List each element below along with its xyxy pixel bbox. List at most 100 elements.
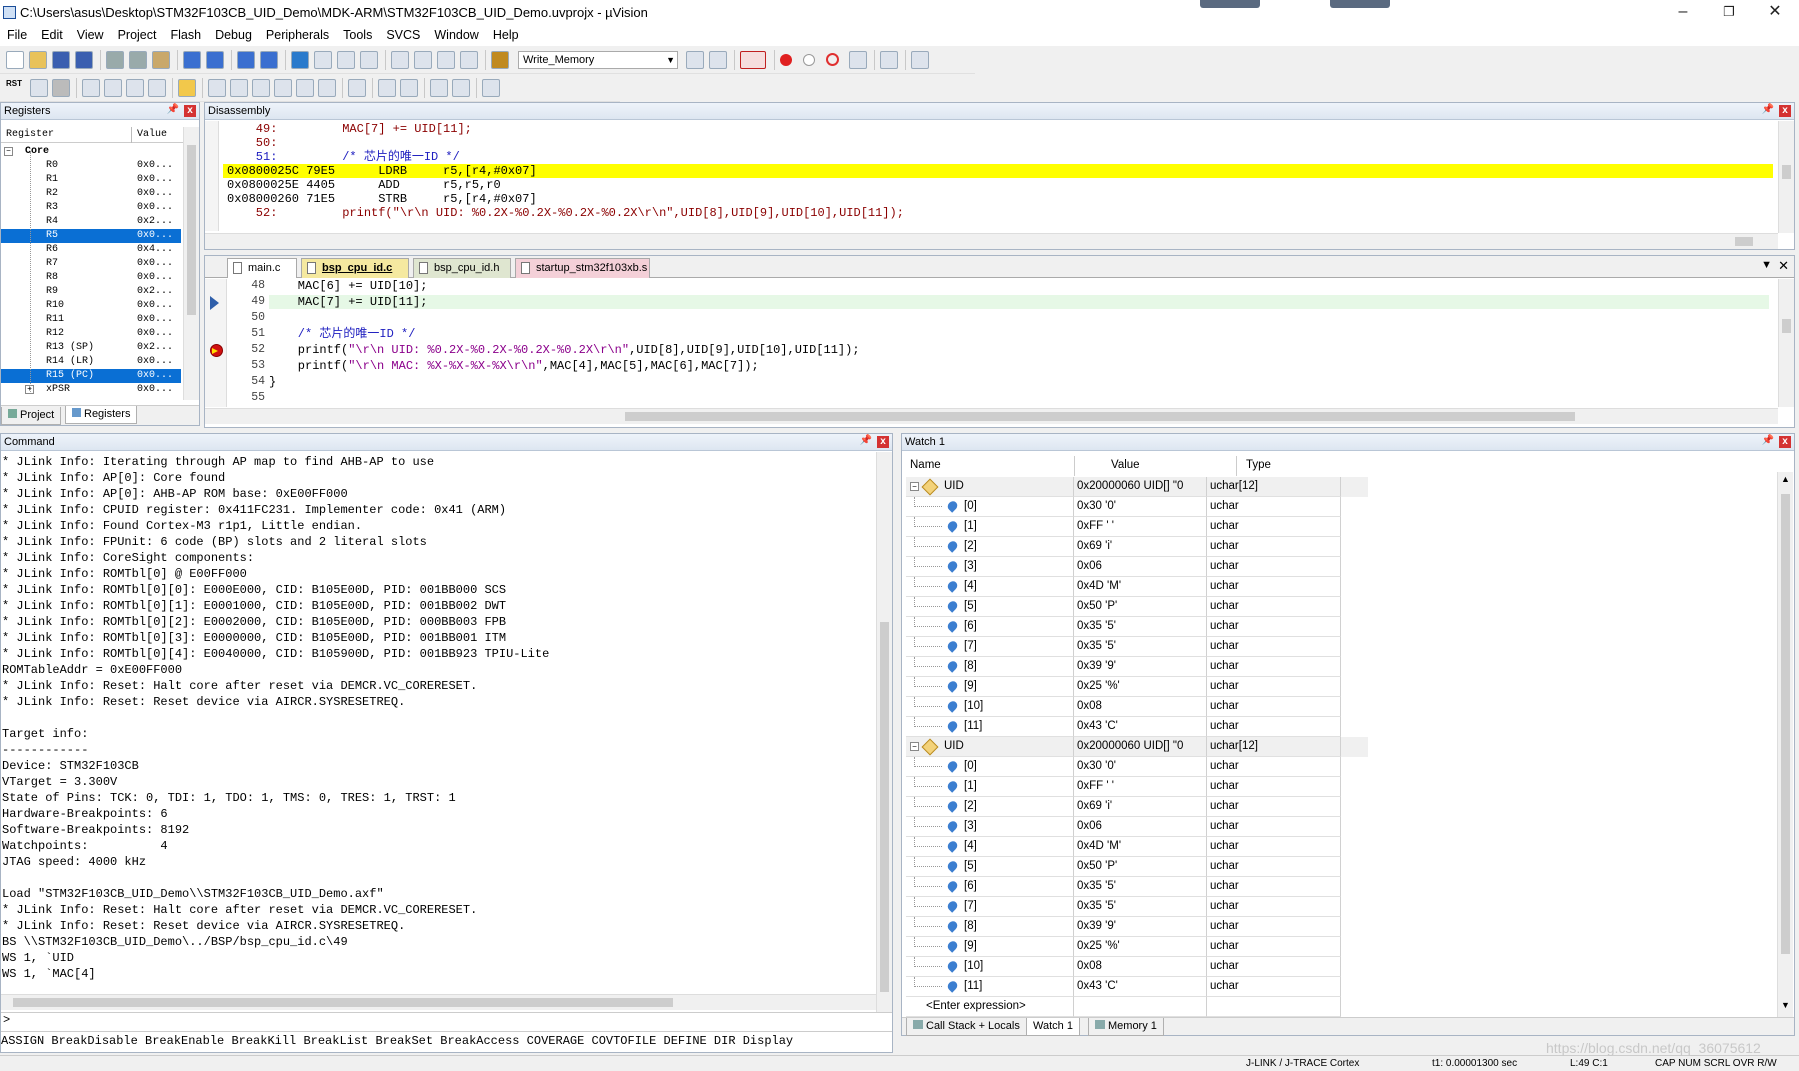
load-icon[interactable] xyxy=(686,51,704,69)
tab-call-stack-locals[interactable]: Call Stack + Locals xyxy=(906,1018,1027,1036)
minimize-button[interactable]: – xyxy=(1660,0,1706,26)
register-row-r3[interactable]: R30x0... xyxy=(1,201,181,215)
code-view[interactable]: 48 MAC[6] += UID[10];49 MAC[7] += UID[11… xyxy=(227,279,1775,407)
analysis-window-icon[interactable] xyxy=(400,79,418,97)
pin-icon[interactable]: 📌 xyxy=(860,435,872,446)
indent-icon[interactable] xyxy=(391,51,409,69)
watch-enter-expression-row[interactable]: <Enter expression> xyxy=(906,997,1368,1017)
collapse-icon[interactable]: − xyxy=(910,482,919,491)
watch-row-item[interactable]: [11]0x43 'C'uchar xyxy=(906,717,1368,737)
register-row-r11[interactable]: R110x0... xyxy=(1,313,181,327)
watch-row-item[interactable]: [5]0x50 'P'uchar xyxy=(906,597,1368,617)
register-row-r13[interactable]: R13 (SP)0x2... xyxy=(1,341,181,355)
cut-icon[interactable] xyxy=(106,51,124,69)
register-row-r5[interactable]: R50x0... xyxy=(1,229,181,243)
window-layout-icon[interactable] xyxy=(880,51,898,69)
code-line[interactable]: /* 芯片的唯一ID */ xyxy=(269,327,1769,341)
watch-row-item[interactable]: [0]0x30 '0'uchar xyxy=(906,757,1368,777)
registers-window-icon[interactable] xyxy=(274,79,292,97)
code-line[interactable]: MAC[7] += UID[11]; xyxy=(269,295,1769,309)
watch-row-item[interactable]: [10]0x08uchar xyxy=(906,957,1368,977)
close-button[interactable]: ✕ xyxy=(1752,0,1798,26)
maximize-button[interactable]: ❐ xyxy=(1706,0,1752,26)
paste-icon[interactable] xyxy=(152,51,170,69)
call-stack-icon[interactable] xyxy=(296,79,314,97)
memory-window-icon[interactable] xyxy=(348,79,366,97)
watch-row-item[interactable]: [7]0x35 '5'uchar xyxy=(906,637,1368,657)
watch-row-item[interactable]: [9]0x25 '%'uchar xyxy=(906,677,1368,697)
col-value[interactable]: Value xyxy=(137,129,167,140)
watch-row-item[interactable]: [6]0x35 '5'uchar xyxy=(906,617,1368,637)
watch-row-item[interactable]: [4]0x4D 'M'uchar xyxy=(906,577,1368,597)
register-row-r1[interactable]: R10x0... xyxy=(1,173,181,187)
disassembly-window-icon[interactable] xyxy=(230,79,248,97)
tab-bsp-cpu-id-c[interactable]: bsp_cpu_id.c xyxy=(301,258,409,278)
command-output[interactable]: * JLink Info: Iterating through AP map t… xyxy=(1,455,875,1010)
bookmark-icon[interactable] xyxy=(291,51,309,69)
menu-item-help[interactable]: Help xyxy=(486,26,526,42)
toolbox-icon[interactable] xyxy=(482,79,500,97)
menu-item-svcs[interactable]: SVCS xyxy=(379,26,427,42)
tab-bsp-cpu-id-h[interactable]: bsp_cpu_id.h xyxy=(413,258,511,278)
pin-icon[interactable]: 📌 xyxy=(1762,104,1774,115)
watch-row-item[interactable]: [3]0x06uchar xyxy=(906,817,1368,837)
disassembly-line[interactable]: 51: /* 芯片的唯一ID */ xyxy=(223,150,1773,164)
close-panel-button[interactable]: x xyxy=(184,105,196,117)
code-line[interactable] xyxy=(269,391,1769,405)
undo-icon[interactable] xyxy=(183,51,201,69)
register-row-r2[interactable]: R20x0... xyxy=(1,187,181,201)
disassembly-hscroll[interactable] xyxy=(205,233,1778,249)
watch-row-item[interactable]: [7]0x35 '5'uchar xyxy=(906,897,1368,917)
menu-item-debug[interactable]: Debug xyxy=(208,26,259,42)
command-window-icon[interactable] xyxy=(208,79,226,97)
next-bookmark-icon[interactable] xyxy=(337,51,355,69)
tab-memory-1[interactable]: Memory 1 xyxy=(1088,1018,1164,1036)
watch-row-item[interactable]: [2]0x69 'i'uchar xyxy=(906,537,1368,557)
register-row-r8[interactable]: R80x0... xyxy=(1,271,181,285)
watch-row-item[interactable]: [1]0xFF ' 'uchar xyxy=(906,777,1368,797)
register-row-r9[interactable]: R90x2... xyxy=(1,285,181,299)
system-viewer-icon[interactable] xyxy=(452,79,470,97)
find-in-files-icon[interactable] xyxy=(491,51,509,69)
run-icon[interactable] xyxy=(30,79,48,97)
disassembly-line[interactable]: 49: MAC[7] += UID[11]; xyxy=(223,122,1773,136)
enter-expression[interactable]: <Enter expression> xyxy=(926,1000,1026,1012)
pin-icon[interactable]: 📌 xyxy=(1762,435,1774,446)
clear-bookmarks-icon[interactable] xyxy=(360,51,378,69)
nav-back-icon[interactable] xyxy=(237,51,255,69)
step-out-icon[interactable] xyxy=(126,79,144,97)
col-register[interactable]: Register xyxy=(6,129,54,140)
register-row-r12[interactable]: R120x0... xyxy=(1,327,181,341)
tab-dropdown-icon[interactable]: ▼ xyxy=(1761,259,1772,271)
run-to-cursor-icon[interactable] xyxy=(148,79,166,97)
col-type[interactable]: Type xyxy=(1246,459,1271,471)
register-row-r4[interactable]: R40x2... xyxy=(1,215,181,229)
watch-row-item[interactable]: [3]0x06uchar xyxy=(906,557,1368,577)
watch-row-item[interactable]: [4]0x4D 'M'uchar xyxy=(906,837,1368,857)
watch-row-item[interactable]: [2]0x69 'i'uchar xyxy=(906,797,1368,817)
disassembly-line[interactable]: 0x0800025E 4405 ADD r5,r5,r0 xyxy=(223,178,1773,192)
watch-window-icon[interactable] xyxy=(318,79,336,97)
command-input[interactable]: > xyxy=(1,1012,892,1029)
watch-row-item[interactable]: [11]0x43 'C'uchar xyxy=(906,977,1368,997)
save-icon[interactable] xyxy=(52,51,70,69)
disassembly-line[interactable]: 0x0800025C 79E5 LDRB r5,[r4,#0x07] xyxy=(223,164,1773,178)
watch-vscroll[interactable]: ▲ ▼ xyxy=(1777,472,1793,1017)
show-next-statement-icon[interactable] xyxy=(178,79,196,97)
register-row-r0[interactable]: R00x0... xyxy=(1,159,181,173)
register-row-xpsr[interactable]: +xPSR0x0... xyxy=(1,383,181,397)
disassembly-view[interactable]: 49: MAC[7] += UID[11]; 50: 51: /* 芯片的唯一I… xyxy=(205,121,1777,231)
nav-forward-icon[interactable] xyxy=(260,51,278,69)
new-file-icon[interactable] xyxy=(6,51,24,69)
menu-item-project[interactable]: Project xyxy=(111,26,164,42)
col-name[interactable]: Name xyxy=(910,459,941,471)
breakpoint-kill-icon[interactable] xyxy=(826,53,839,66)
pin-icon[interactable]: 📌 xyxy=(167,104,179,115)
reset-button[interactable]: RST xyxy=(4,79,24,97)
watch-row-item[interactable]: [0]0x30 '0'uchar xyxy=(906,497,1368,517)
serial-window-icon[interactable] xyxy=(378,79,396,97)
code-line[interactable] xyxy=(269,311,1769,325)
uncomment-icon[interactable] xyxy=(460,51,478,69)
open-icon[interactable] xyxy=(29,51,47,69)
disassembly-vscroll[interactable] xyxy=(1778,121,1794,233)
